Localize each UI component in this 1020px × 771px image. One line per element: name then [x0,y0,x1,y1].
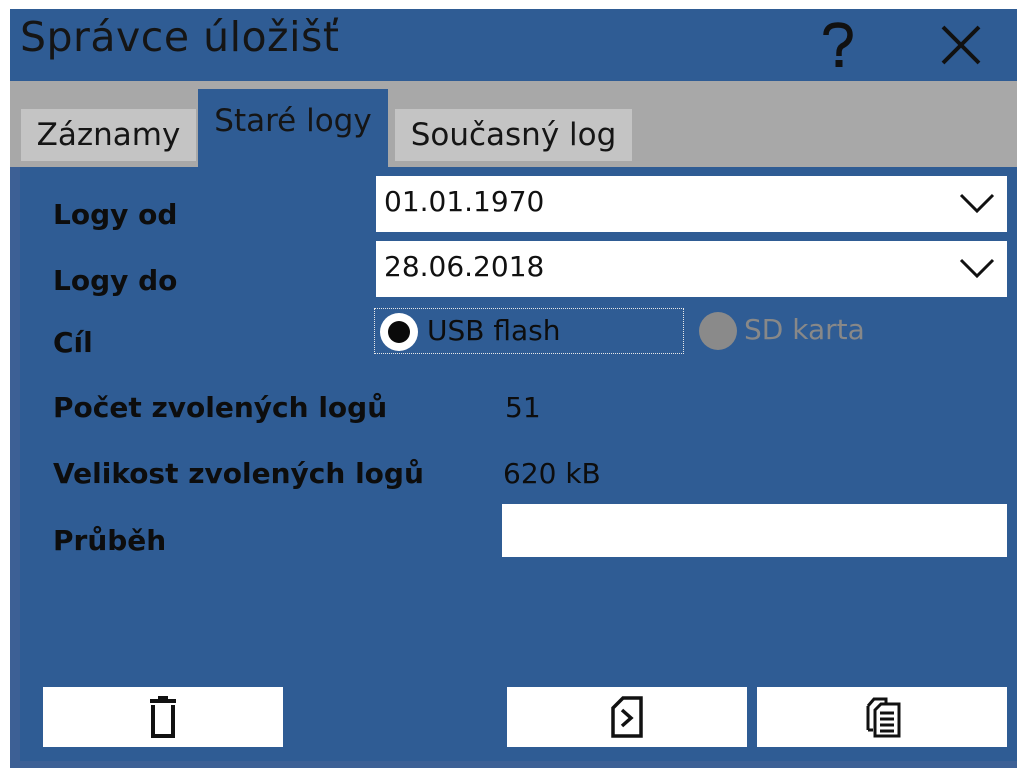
old-logs-panel: Logy od 01.01.1970 Logy do 28.06.2018 Cí… [20,167,1017,761]
logs-from-dropdown[interactable]: 01.01.1970 [376,176,1007,232]
radio-selected-indicator [380,313,418,351]
selected-count-label: Počet zvolených logů [53,391,388,424]
logs-to-dropdown[interactable]: 28.06.2018 [376,241,1007,297]
logs-to-value: 28.06.2018 [384,250,545,283]
target-usb-radio[interactable]: USB flash [374,308,684,354]
export-to-card-icon [611,696,643,738]
copy-button[interactable] [757,687,1007,747]
window-title: Správce úložišť [20,13,340,61]
export-button[interactable] [507,687,747,747]
close-icon [941,25,981,65]
selected-size-label: Velikost zvolených logů [53,457,424,490]
progress-bar [502,504,1007,557]
target-usb-label: USB flash [427,314,561,347]
delete-button[interactable] [43,687,283,747]
target-sd-radio: SD karta [696,308,916,354]
tab-current-log[interactable]: Současný log [395,109,632,161]
target-label: Cíl [53,326,93,359]
trash-icon [150,696,176,738]
tab-bar: Záznamy Staré logy Současný log [10,81,1017,167]
radio-disabled-indicator [699,312,737,350]
storage-manager-window: Správce úložišť Záznamy Staré logy Souča… [10,9,1017,768]
logs-from-label: Logy od [53,198,178,231]
help-button[interactable] [818,21,858,69]
selected-count-value: 51 [505,391,541,424]
title-bar: Správce úložišť [10,9,1017,81]
chevron-down-icon [959,258,995,279]
progress-label: Průběh [53,524,167,557]
help-icon [823,22,853,67]
selected-size-value: 620 kB [503,457,601,490]
logs-to-label: Logy do [53,264,178,297]
tab-old-logs[interactable]: Staré logy [198,89,388,167]
copy-documents-icon [866,697,901,738]
tab-records[interactable]: Záznamy [21,109,196,161]
close-button[interactable] [938,22,984,68]
target-sd-label: SD karta [744,313,865,346]
chevron-down-icon [959,193,995,214]
logs-from-value: 01.01.1970 [384,185,545,218]
